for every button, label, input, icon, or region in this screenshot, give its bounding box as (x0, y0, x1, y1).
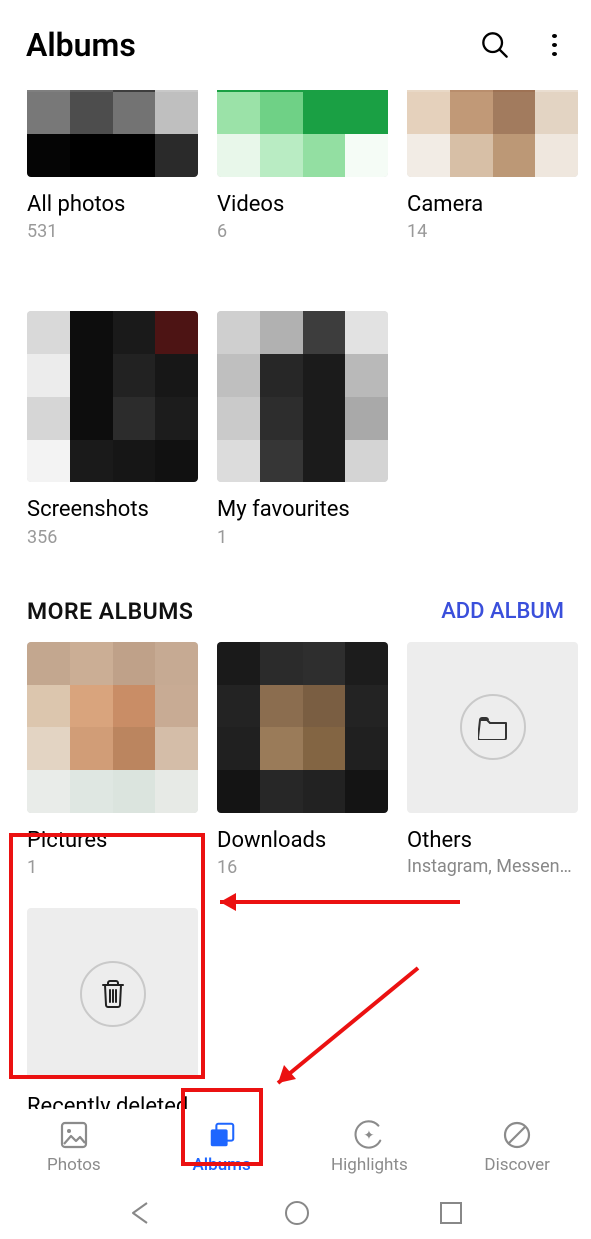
album-title: Camera (407, 192, 578, 218)
nav-discover[interactable]: Discover (443, 1109, 591, 1186)
album-thumb (27, 908, 198, 1079)
folder-icon (478, 714, 508, 740)
nav-label: Photos (47, 1155, 101, 1175)
album-title: Pictures (27, 828, 198, 854)
home-icon[interactable] (283, 1199, 311, 1227)
album-title: Screenshots (27, 497, 198, 523)
add-album-button[interactable]: ADD ALBUM (441, 599, 564, 624)
album-title: My favourites (217, 497, 388, 523)
highlights-icon: ✦ (354, 1119, 384, 1151)
search-icon[interactable] (481, 31, 509, 59)
nav-photos[interactable]: Photos (0, 1109, 148, 1186)
album-count: 1 (217, 527, 388, 548)
page-title: Albums (26, 26, 481, 64)
album-pictures[interactable]: Pictures 1 (27, 642, 198, 878)
album-screenshots[interactable]: Screenshots 356 (27, 311, 198, 547)
album-thumb (27, 642, 198, 813)
nav-highlights[interactable]: ✦ Highlights (296, 1109, 444, 1186)
album-recently-deleted[interactable]: Recently deleted 1 (27, 908, 198, 1111)
svg-text:✦: ✦ (364, 1129, 375, 1144)
album-thumb (27, 311, 198, 482)
system-nav (0, 1186, 591, 1239)
album-count: 356 (27, 527, 198, 548)
album-thumb (217, 642, 388, 813)
album-downloads[interactable]: Downloads 16 (217, 642, 388, 878)
album-title: Others (407, 828, 578, 854)
photos-icon (59, 1120, 89, 1150)
recent-icon[interactable] (438, 1200, 464, 1226)
discover-icon (502, 1120, 532, 1150)
album-favourites[interactable]: My favourites 1 (217, 311, 388, 547)
album-subtitle: Instagram, Messenge… (407, 856, 578, 878)
album-title: All photos (27, 192, 198, 218)
nav-label: Albums (193, 1155, 251, 1175)
more-albums-heading: MORE ALBUMS (27, 598, 193, 625)
nav-label: Discover (484, 1155, 549, 1175)
more-icon[interactable] (543, 34, 565, 56)
album-count: 16 (217, 857, 388, 878)
album-count: 14 (407, 221, 578, 242)
header-bar: Albums (0, 0, 591, 90)
album-count: 531 (27, 221, 198, 242)
bottom-nav: Photos Albums ✦ Highlights Discover (0, 1109, 591, 1186)
back-icon[interactable] (127, 1199, 155, 1227)
album-thumb (407, 642, 578, 813)
nav-label: Highlights (331, 1155, 408, 1175)
album-title: Downloads (217, 828, 388, 854)
nav-albums[interactable]: Albums (148, 1109, 296, 1186)
album-title: Videos (217, 192, 388, 218)
albums-icon (207, 1119, 237, 1151)
album-others[interactable]: Others Instagram, Messenge… (407, 642, 578, 878)
album-thumb (217, 311, 388, 482)
album-count: 6 (217, 221, 388, 242)
album-count: 1 (27, 857, 198, 878)
trash-icon (100, 979, 126, 1009)
